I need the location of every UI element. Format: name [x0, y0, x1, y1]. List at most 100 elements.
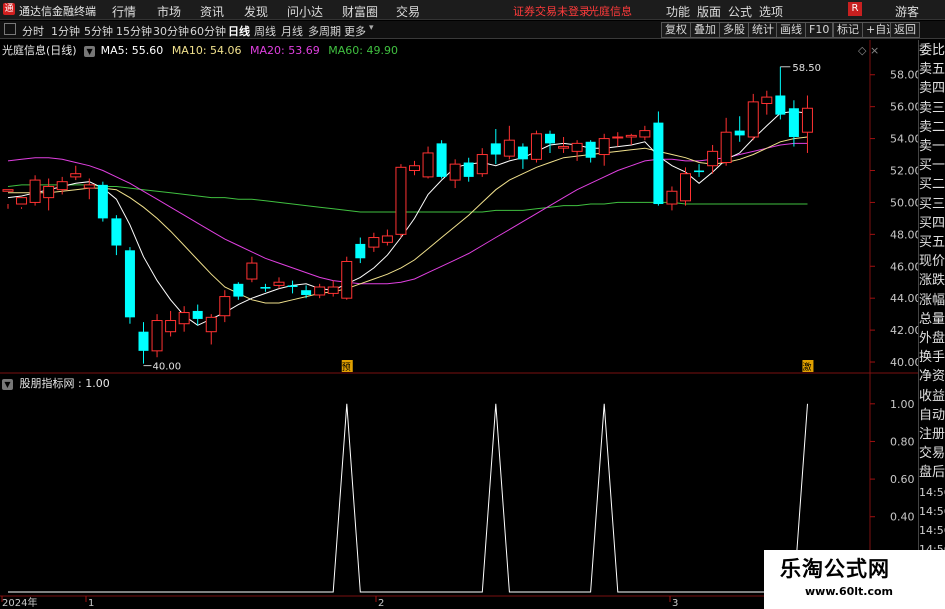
- menu-faxian[interactable]: 发现: [244, 3, 268, 20]
- side-panel-item: 卖五: [919, 62, 945, 78]
- tf-more[interactable]: 更多: [344, 23, 366, 39]
- candle-body-up: [449, 163, 461, 181]
- candle-body-up: [476, 154, 488, 175]
- kline-chart[interactable]: 58.00 56.00 54.00 52.00 50.00 48.00 46.00 44.00…: [0, 40, 918, 609]
- candle: [341, 256, 353, 300]
- y-tick-label: 54.00: [890, 133, 918, 146]
- side-panel-item: 卖三: [919, 100, 945, 116]
- tf-multi[interactable]: 多周期: [308, 23, 341, 39]
- candle: [545, 130, 555, 153]
- settings-icon[interactable]: ▼: [84, 45, 96, 57]
- btn-fuquan[interactable]: 复权: [661, 22, 691, 38]
- candle-body-up: [409, 165, 420, 172]
- menu-hangqing[interactable]: 行情: [112, 3, 136, 20]
- close-icon[interactable]: ◇ ×: [858, 44, 879, 57]
- btn-huaxian[interactable]: 画线: [776, 22, 806, 38]
- side-panel-item: 外盘: [919, 331, 945, 346]
- menu-banmian[interactable]: 版面: [697, 3, 721, 20]
- event-marker-label: 激: [802, 361, 811, 373]
- side-panel-item: 换手: [919, 350, 945, 366]
- side-panel-item: 买五: [919, 235, 945, 250]
- menu-xuanxiang[interactable]: 选项: [759, 3, 783, 20]
- tf-monthly[interactable]: 月线: [281, 23, 303, 39]
- candle-body-up: [314, 286, 326, 296]
- btn-biaoji[interactable]: 标记: [833, 22, 863, 38]
- menu-wenxiaoda[interactable]: 问小达: [287, 3, 323, 20]
- tf-60min[interactable]: 60分钟: [190, 23, 226, 39]
- x-tick-label: 1: [88, 598, 94, 609]
- tf-fenshi[interactable]: 分时: [22, 23, 44, 39]
- menu-gongneng[interactable]: 功能: [666, 3, 690, 20]
- candle: [97, 181, 108, 222]
- btn-f10[interactable]: F10: [805, 22, 834, 38]
- candle: [517, 143, 528, 169]
- btn-tongji[interactable]: 统计: [748, 22, 778, 38]
- app-name: 通达信金融终端: [19, 5, 96, 18]
- y-tick-label: 40.00: [890, 356, 918, 369]
- quote-side-panel: 委比 卖五 卖四 卖三 卖二 卖一 买一 买二 买三 买四 买五 现价 涨跌 涨幅 总量 外盘 换手 净资 收益 自动…: [918, 40, 945, 609]
- tf-5min[interactable]: 5分钟: [84, 23, 113, 39]
- candle-body-up: [246, 262, 258, 280]
- candle: [530, 130, 542, 163]
- candle-body-down: [775, 95, 786, 115]
- candle: [775, 66, 786, 120]
- side-panel-item: 14:56: [919, 504, 945, 518]
- watermark-title: 乐淘公式网: [780, 557, 890, 581]
- tf-1min[interactable]: 1分钟: [51, 23, 80, 39]
- candle: [219, 290, 231, 323]
- candle-body-up: [327, 286, 339, 294]
- candle-body-down: [653, 122, 664, 205]
- side-panel-item: 买四: [919, 215, 945, 231]
- candle: [368, 232, 380, 252]
- candle-body-down: [734, 130, 745, 136]
- candle-body-up: [43, 185, 55, 199]
- menu-zixun[interactable]: 资讯: [200, 3, 224, 20]
- candle: [287, 280, 298, 294]
- login-status[interactable]: 证券交易未登录: [513, 3, 590, 19]
- y-tick-label: 56.00: [890, 101, 918, 114]
- indicator-y-tick-label: 0.80: [890, 435, 915, 448]
- candle: [734, 116, 745, 142]
- btn-back[interactable]: 返回: [890, 22, 920, 38]
- candle: [585, 140, 596, 163]
- menu-gongshi[interactable]: 公式: [728, 3, 752, 20]
- high-label: 58.50: [792, 63, 821, 74]
- menu-jiaoyi[interactable]: 交易: [396, 3, 420, 20]
- tf-daily[interactable]: 日线: [228, 23, 250, 39]
- chart-title: 光庭信息(日线): [2, 44, 77, 57]
- side-panel-item: 卖二: [919, 119, 945, 135]
- candle-body-up: [165, 320, 177, 333]
- candle: [233, 282, 244, 300]
- tf-15min[interactable]: 15分钟: [116, 23, 152, 39]
- candle-body-down: [124, 250, 135, 318]
- candle-body-up: [83, 184, 95, 189]
- stock-link[interactable]: 光庭信息: [588, 3, 632, 19]
- candle-body-up: [151, 320, 163, 352]
- candle-body-up: [625, 134, 637, 138]
- guest-user[interactable]: 游客: [895, 3, 919, 20]
- candle-body-down: [192, 310, 203, 319]
- candle: [680, 167, 691, 206]
- tf-30min[interactable]: 30分钟: [153, 23, 189, 39]
- tf-weekly[interactable]: 周线: [254, 23, 276, 39]
- window-icon[interactable]: [4, 23, 16, 35]
- candle: [29, 175, 41, 206]
- side-panel-item: 14:56: [919, 524, 945, 537]
- btn-duogu[interactable]: 多股: [719, 22, 749, 38]
- chevron-down-icon[interactable]: ▾: [369, 23, 374, 33]
- side-panel-item: 委比: [919, 43, 945, 58]
- side-panel-item: 卖一: [919, 139, 945, 154]
- candle-body-down: [301, 290, 312, 295]
- menu-shichang[interactable]: 市场: [157, 3, 181, 20]
- candle-body-up: [558, 146, 570, 149]
- indicator-settings-icon[interactable]: ▼: [2, 378, 13, 390]
- btn-diejia[interactable]: 叠加: [690, 22, 720, 38]
- candle: [639, 125, 651, 141]
- candle-body-up: [680, 173, 691, 202]
- candle-body-up: [178, 312, 190, 325]
- candle-body-up: [381, 235, 393, 243]
- menu-caifuquan[interactable]: 财富圈: [342, 3, 378, 20]
- r-badge-icon[interactable]: R: [848, 2, 862, 16]
- candle: [395, 164, 407, 238]
- candle: [124, 247, 135, 324]
